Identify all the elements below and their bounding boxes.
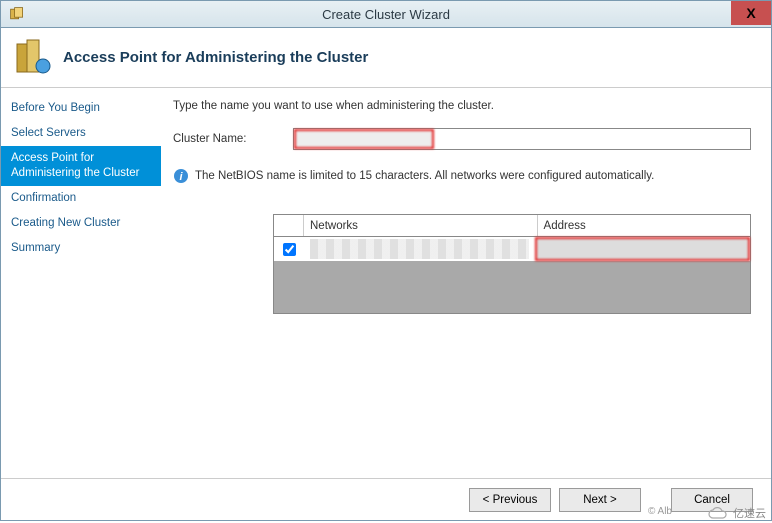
window-title: Create Cluster Wizard (1, 7, 771, 22)
networks-table: Networks Address (273, 214, 751, 314)
netbios-info-text: The NetBIOS name is limited to 15 charac… (195, 170, 654, 182)
cluster-header-icon (13, 38, 53, 78)
sidebar-item-access-point[interactable]: Access Point for Administering the Clust… (1, 146, 161, 186)
network-cell (304, 237, 535, 261)
cluster-name-redacted (294, 129, 434, 149)
sidebar-item-select-servers[interactable]: Select Servers (1, 121, 161, 146)
cluster-name-field-wrap (293, 128, 751, 150)
close-icon: X (746, 5, 755, 21)
column-header-checkbox (274, 215, 304, 236)
column-header-networks: Networks (304, 215, 538, 236)
instruction-text: Type the name you want to use when admin… (173, 100, 751, 112)
network-redacted (310, 239, 529, 259)
cluster-name-row: Cluster Name: (173, 128, 751, 150)
cluster-name-label: Cluster Name: (173, 133, 293, 145)
cancel-button[interactable]: Cancel (671, 488, 753, 512)
sidebar-item-confirmation[interactable]: Confirmation (1, 186, 161, 211)
button-bar: < Previous Next > Cancel (1, 478, 771, 520)
next-button[interactable]: Next > (559, 488, 641, 512)
sidebar-item-summary[interactable]: Summary (1, 236, 161, 261)
previous-button[interactable]: < Previous (469, 488, 551, 512)
wizard-icon (7, 4, 27, 24)
wizard-body: Access Point for Administering the Clust… (0, 28, 772, 521)
header-panel: Access Point for Administering the Clust… (1, 28, 771, 88)
netbios-info-row: i The NetBIOS name is limited to 15 char… (173, 168, 751, 184)
close-button[interactable]: X (731, 1, 771, 25)
address-cell[interactable] (535, 237, 750, 261)
page-title: Access Point for Administering the Clust… (63, 49, 368, 66)
wizard-sidebar: Before You Begin Select Servers Access P… (1, 88, 161, 478)
network-row-checkbox[interactable] (283, 243, 296, 256)
table-row (274, 237, 750, 261)
titlebar: Create Cluster Wizard X (0, 0, 772, 28)
table-header: Networks Address (274, 215, 750, 237)
sidebar-item-before-you-begin[interactable]: Before You Begin (1, 96, 161, 121)
column-header-address: Address (538, 215, 750, 236)
cluster-name-input[interactable] (434, 129, 750, 149)
content-area: Before You Begin Select Servers Access P… (1, 88, 771, 478)
main-panel: Type the name you want to use when admin… (161, 88, 771, 478)
info-icon: i (173, 168, 189, 184)
sidebar-item-creating-new-cluster[interactable]: Creating New Cluster (1, 211, 161, 236)
row-checkbox-cell (274, 237, 304, 261)
